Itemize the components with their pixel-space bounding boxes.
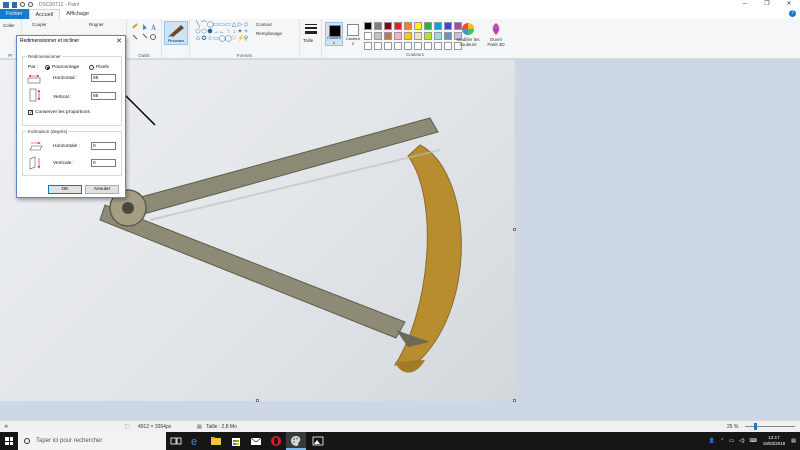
skew-horizontal-icon bbox=[29, 141, 43, 151]
skew-h-label: Horizontale : bbox=[53, 144, 80, 149]
cortana-icon bbox=[24, 438, 30, 444]
percent-label: Pourcentage bbox=[52, 65, 80, 70]
keep-ratio-checkbox[interactable]: ✓ bbox=[28, 110, 33, 116]
vertical-input[interactable]: 85 bbox=[91, 92, 116, 100]
dialog-title: Redimensionner et incliner bbox=[20, 38, 80, 44]
windows-icon bbox=[5, 437, 13, 445]
mail-icon[interactable] bbox=[250, 435, 262, 447]
resize-skew-dialog: Redimensionner et incliner ✕ Redimension… bbox=[16, 35, 126, 198]
keep-ratio-label: Conserver les proportions bbox=[35, 110, 90, 115]
zoom-slider-track[interactable] bbox=[745, 426, 795, 427]
edge-icon[interactable]: e bbox=[190, 435, 202, 447]
status-bar: ✛ ⬚ 4912 × 3264px ▤ Taille : 2,8 Mo 25 % bbox=[0, 420, 800, 432]
ok-button[interactable]: OK bbox=[48, 185, 82, 194]
volume-icon[interactable]: ◁) bbox=[739, 438, 745, 444]
taskbar: Taper ici pour rechercher e 👤 ⌃ ▭ ◁) ⌨ 1… bbox=[0, 432, 800, 450]
image-dimensions: 4912 × 3264px bbox=[138, 424, 172, 430]
resize-legend: Redimensionner bbox=[27, 54, 62, 59]
zoom-slider-thumb[interactable] bbox=[754, 423, 757, 430]
clock[interactable]: 12:17 19/03/2018 bbox=[763, 435, 786, 447]
system-tray: 👤 ⌃ ▭ ◁) ⌨ 12:17 19/03/2018 ▤ bbox=[709, 432, 800, 450]
skew-v-input[interactable]: 0 bbox=[91, 159, 116, 167]
paint-icon bbox=[291, 436, 301, 446]
dialog-close-button[interactable]: ✕ bbox=[116, 37, 122, 45]
taskbar-search[interactable]: Taper ici pour rechercher bbox=[18, 432, 166, 450]
file-size-icon: ▤ bbox=[197, 424, 202, 430]
store-icon[interactable] bbox=[230, 435, 242, 447]
file-size: Taille : 2,8 Mo bbox=[206, 424, 237, 430]
by-label: Par : bbox=[28, 65, 39, 70]
vertical-label: Vertical : bbox=[53, 95, 72, 100]
horizontal-resize-icon bbox=[27, 74, 41, 84]
skew-vertical-icon bbox=[29, 156, 41, 170]
pixels-radio[interactable] bbox=[89, 65, 94, 70]
percent-radio[interactable] bbox=[45, 65, 50, 70]
horizontal-label: Horizontal : bbox=[53, 76, 78, 81]
horizontal-input[interactable]: 85 bbox=[91, 74, 116, 82]
cancel-button[interactable]: Annuler bbox=[85, 185, 119, 194]
pixels-label: Pixels bbox=[96, 65, 109, 70]
file-explorer-icon[interactable] bbox=[210, 435, 222, 447]
task-view-icon[interactable] bbox=[170, 435, 182, 447]
network-icon[interactable]: ▭ bbox=[729, 438, 734, 444]
people-icon[interactable]: 👤 bbox=[709, 438, 715, 444]
skew-v-label: Verticale : bbox=[53, 161, 75, 166]
start-button[interactable] bbox=[0, 432, 18, 450]
notifications-icon[interactable]: ▤ bbox=[791, 438, 796, 444]
keyboard-icon[interactable]: ⌨ bbox=[750, 438, 757, 444]
cursor-position-icon: ✛ bbox=[4, 424, 9, 430]
zoom-level: 25 % bbox=[727, 424, 739, 430]
photos-icon[interactable] bbox=[312, 435, 324, 447]
vertical-resize-icon bbox=[29, 88, 41, 102]
skew-h-input[interactable]: 0 bbox=[91, 142, 116, 150]
opera-icon[interactable] bbox=[270, 435, 282, 447]
clock-date: 19/03/2018 bbox=[762, 441, 786, 446]
svg-text:e: e bbox=[191, 436, 197, 447]
paint-taskbar-button[interactable] bbox=[286, 432, 306, 450]
dimensions-icon: ⬚ bbox=[125, 424, 130, 430]
search-placeholder: Taper ici pour rechercher bbox=[36, 438, 103, 444]
tray-overflow-icon[interactable]: ⌃ bbox=[720, 438, 724, 444]
skew-legend: Inclinaison (degrés) bbox=[27, 129, 69, 134]
